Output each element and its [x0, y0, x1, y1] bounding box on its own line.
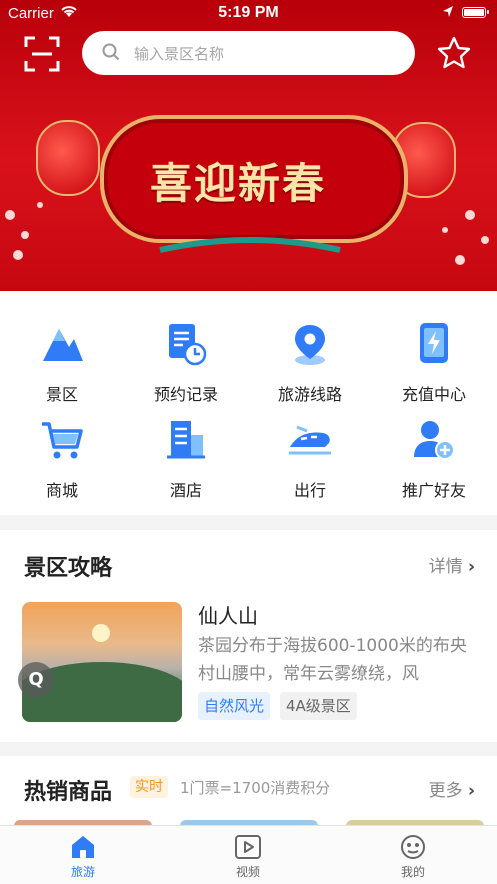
menu-label: 商城	[45, 481, 78, 500]
menu-item-mall[interactable]: 商城	[0, 417, 124, 501]
scenic-photo	[22, 602, 182, 722]
battery-level	[464, 9, 484, 16]
document-clock-icon	[169, 324, 207, 366]
chevron-right-icon: ›	[467, 557, 475, 577]
video-icon	[235, 835, 261, 859]
location-arrow-icon	[443, 6, 453, 17]
menu-label: 预约记录	[153, 385, 218, 404]
realtime-badge: 实时	[130, 776, 168, 798]
hot-title: 热销商品	[24, 780, 113, 805]
search-icon	[102, 43, 120, 61]
menu-item-travel[interactable]: 出行	[248, 417, 372, 501]
menu-label: 酒店	[169, 481, 202, 500]
search-bar[interactable]: 输入景区名称	[82, 31, 415, 75]
tab-label: 旅游	[70, 865, 95, 879]
sun-decoration	[92, 624, 110, 642]
train-icon	[289, 425, 331, 455]
home-icon	[72, 836, 94, 858]
cart-icon	[42, 422, 83, 459]
menu-item-scenic[interactable]: 景区	[0, 321, 124, 405]
guide-section: 景区攻略 详情 › Q 仙人山 茶园分布于海拔600-1000米的布央村山腰中，…	[0, 530, 497, 742]
menu-label: 推广好友	[401, 481, 466, 500]
hot-subtitle: 1门票=1700消费积分	[180, 779, 331, 797]
mountain-icon	[43, 329, 83, 361]
scenic-description: 茶园分布于海拔600-1000米的布央村山腰中，常年云雾缭绕，风	[198, 636, 467, 684]
clock: 5:19 PM	[218, 4, 279, 21]
menu-item-hotel[interactable]: 酒店	[124, 417, 248, 501]
add-user-icon	[414, 421, 455, 460]
chevron-right-icon: ›	[467, 781, 475, 801]
tab-mine[interactable]: 我的	[373, 834, 453, 880]
menu-item-booking-records[interactable]: 预约记录	[124, 321, 248, 405]
tag-nature: 自然风光	[198, 692, 271, 720]
menu-label: 旅游线路	[277, 385, 342, 404]
scan-icon[interactable]	[24, 36, 60, 72]
menu-label: 景区	[45, 385, 78, 404]
menu-item-travel-routes[interactable]: 旅游线路	[248, 321, 372, 405]
guide-title: 景区攻略	[24, 556, 113, 581]
favorite-star-icon[interactable]	[436, 35, 472, 71]
search-placeholder: 输入景区名称	[134, 45, 225, 63]
hot-more-label: 更多	[428, 781, 463, 801]
menu-item-invite-friends[interactable]: 推广好友	[372, 417, 496, 501]
hot-section: 热销商品 实时 1门票=1700消费积分 更多 ›	[0, 756, 497, 826]
hot-more-link[interactable]: 更多 ›	[429, 776, 475, 801]
feature-menu: 景区 预约记录 旅游线路 充值中心 商城 酒店 出行 推广好友	[0, 291, 497, 515]
guide-more-label: 详情	[428, 557, 463, 577]
tab-travel[interactable]: 旅游	[43, 834, 123, 880]
menu-label: 出行	[293, 481, 326, 500]
menu-label: 充值中心	[401, 385, 466, 404]
scenic-name: 仙人山	[198, 604, 258, 628]
tab-video[interactable]: 视频	[208, 834, 288, 880]
location-pin-icon	[295, 325, 325, 365]
tab-label: 我的	[400, 865, 425, 879]
phone-bolt-icon	[420, 323, 448, 363]
q-badge[interactable]: Q	[18, 662, 54, 698]
building-icon	[167, 421, 205, 459]
battery-icon	[462, 7, 489, 18]
tab-label: 视频	[235, 865, 260, 879]
status-bar: Carrier 5:19 PM	[0, 0, 497, 26]
face-icon	[401, 835, 425, 859]
tab-bar: 旅游 视频 我的	[0, 825, 497, 884]
guide-more-link[interactable]: 详情 ›	[429, 552, 475, 577]
tag-level: 4A级景区	[280, 692, 357, 720]
menu-item-recharge-center[interactable]: 充值中心	[372, 321, 496, 405]
